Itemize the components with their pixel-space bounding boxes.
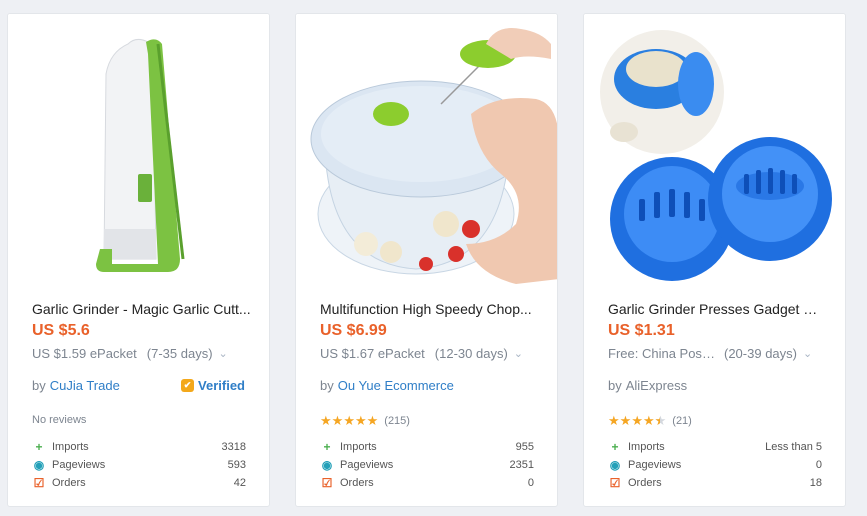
stat-pageviews: ◉ Pageviews 593 (32, 456, 246, 474)
stat-value: 2351 (509, 459, 534, 471)
star-icon: ★ (320, 413, 332, 428)
stat-label: Imports (52, 441, 89, 453)
star-icon: ★ (343, 413, 355, 428)
shipping-method: Free: China Post ... (608, 346, 718, 361)
stat-label: Orders (628, 477, 662, 489)
shipping-days: (12-30 days) (434, 346, 508, 361)
stat-orders: ☑ Orders 42 (32, 474, 246, 492)
shipping-selector[interactable]: US $1.67 ePacket (12-30 days) ⌄ (320, 346, 540, 361)
verified-badge-icon: ✔ (181, 379, 195, 392)
stat-label: Imports (628, 441, 665, 453)
product-image[interactable] (584, 14, 845, 289)
star-icon: ★ (366, 413, 379, 428)
shipping-selector[interactable]: US $1.59 ePacket (7-35 days) ⌄ (32, 346, 252, 361)
product-image[interactable] (296, 14, 557, 289)
stat-label: Pageviews (52, 459, 106, 471)
shipping-days: (20-39 days) (724, 346, 797, 361)
star-icon: ★ (354, 413, 367, 428)
plus-icon: + (35, 440, 43, 454)
half-star-icon: ★ (655, 414, 667, 427)
seller-info: by AliExpress (608, 378, 828, 393)
chevron-down-icon[interactable]: ⌄ (803, 347, 812, 360)
chevron-down-icon[interactable]: ⌄ (219, 347, 228, 360)
product-title[interactable]: Multifunction High Speedy Chop... (320, 301, 540, 317)
stat-imports: + Imports Less than 5 (608, 438, 822, 456)
eye-icon: ◉ (33, 458, 45, 472)
eye-icon: ◉ (609, 458, 621, 472)
stat-value: 42 (233, 477, 246, 489)
reviews-summary: No reviews (32, 414, 86, 426)
eye-icon: ◉ (321, 458, 333, 472)
plus-icon: + (611, 440, 619, 454)
product-title[interactable]: Garlic Grinder Presses Gadget Gi... (608, 301, 828, 317)
seller-link[interactable]: Ou Yue Ecommerce (338, 378, 454, 393)
plus-icon: + (323, 440, 331, 454)
seller-name: AliExpress (625, 378, 688, 393)
star-rating: ★ ★ ★ ★ ★ (320, 414, 378, 427)
reviews-text: No reviews (32, 414, 87, 426)
reviews-summary: ★ ★ ★ ★ ★ (215) (320, 414, 410, 427)
reviews-summary: ★ ★ ★ ★ ★ (21) (608, 414, 692, 427)
stat-value: 3318 (221, 441, 246, 453)
stat-label: Pageviews (628, 459, 682, 471)
cart-check-icon: ☑ (609, 476, 621, 490)
cart-check-icon: ☑ (321, 476, 333, 490)
stat-label: Orders (340, 477, 374, 489)
reviews-count[interactable]: (21) (672, 415, 692, 427)
product-price: US $1.31 (608, 322, 675, 339)
shipping-selector[interactable]: Free: China Post ... (20-39 days) ⌄ (608, 346, 828, 361)
product-card[interactable]: Multifunction High Speedy Chop... US $6.… (295, 13, 558, 507)
seller-info: by Ou Yue Ecommerce (320, 378, 540, 393)
stat-orders: ☑ Orders 0 (320, 474, 534, 492)
product-stats: + Imports Less than 5 ◉ Pageviews 0 ☑ Or… (608, 438, 822, 492)
product-image[interactable] (8, 14, 269, 289)
product-price: US $5.6 (32, 322, 90, 339)
chevron-down-icon[interactable]: ⌄ (514, 347, 523, 360)
stat-label: Orders (52, 477, 86, 489)
product-stats: + Imports 955 ◉ Pageviews 2351 ☑ Orders … (320, 438, 534, 492)
seller-prefix: by (608, 378, 622, 393)
star-rating: ★ ★ ★ ★ ★ (608, 414, 666, 427)
star-icon: ★ (331, 413, 344, 428)
stat-label: Pageviews (340, 459, 394, 471)
reviews-count[interactable]: (215) (384, 415, 410, 427)
product-stats: + Imports 3318 ◉ Pageviews 593 ☑ Orders … (32, 438, 246, 492)
stat-value: Less than 5 (765, 441, 822, 453)
star-icon: ★ (642, 413, 655, 428)
stat-value: 593 (227, 459, 246, 471)
stat-value: 955 (515, 441, 534, 453)
star-icon: ★ (631, 413, 643, 428)
stat-value: 0 (527, 477, 534, 489)
product-title[interactable]: Garlic Grinder - Magic Garlic Cutt... (32, 301, 252, 317)
stat-value: 18 (809, 477, 822, 489)
star-icon: ★ (619, 413, 632, 428)
seller-prefix: by (320, 378, 334, 393)
stat-imports: + Imports 955 (320, 438, 534, 456)
seller-link[interactable]: CuJia Trade (50, 378, 120, 393)
shipping-days: (7-35 days) (146, 346, 213, 361)
seller-prefix: by (32, 378, 46, 393)
stat-imports: + Imports 3318 (32, 438, 246, 456)
stat-value: 0 (815, 459, 822, 471)
stat-pageviews: ◉ Pageviews 2351 (320, 456, 534, 474)
stat-orders: ☑ Orders 18 (608, 474, 822, 492)
verified-badge: ✔ Verified (181, 378, 245, 393)
product-card[interactable]: Garlic Grinder Presses Gadget Gi... US $… (583, 13, 846, 507)
verified-label: Verified (198, 378, 245, 393)
product-price: US $6.99 (320, 322, 387, 339)
product-card[interactable]: Garlic Grinder - Magic Garlic Cutt... US… (7, 13, 270, 507)
star-icon: ★ (608, 413, 620, 428)
cart-check-icon: ☑ (33, 476, 45, 490)
stat-pageviews: ◉ Pageviews 0 (608, 456, 822, 474)
stat-label: Imports (340, 441, 377, 453)
shipping-method: US $1.59 ePacket (32, 346, 137, 361)
shipping-method: US $1.67 ePacket (320, 346, 425, 361)
